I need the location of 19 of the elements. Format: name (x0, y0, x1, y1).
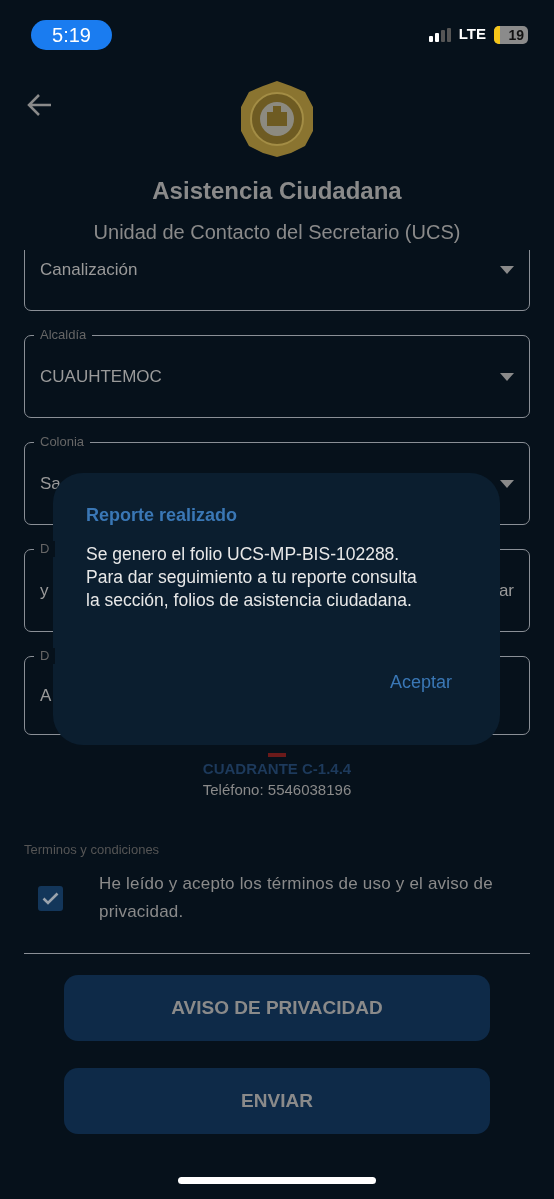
app-subtitle: Unidad de Contacto del Secretario (UCS) (92, 220, 462, 245)
terms-heading: Terminos y condiciones (24, 842, 161, 858)
field-value: CUAUHTEMOC (40, 365, 162, 388)
network-label: LTE (458, 24, 486, 45)
terms-text: He leído y acepto los términos de uso y el aviso de privacidad. (99, 873, 494, 923)
dialog-title: Reporte realizado (86, 504, 239, 527)
field-value: y (40, 579, 49, 602)
field-label: D (34, 648, 56, 664)
quadrant-name: CUADRANTE C-1.4.4 (201, 759, 353, 779)
field-value: Sa (40, 472, 61, 495)
field-value: Canalización (40, 258, 138, 281)
phone-number: Teléfono: 5546038196 (201, 780, 353, 800)
dialog-message: Se genero el folio UCS-MP-BIS-102288. Para dar seguimiento a tu reporte consulta la sección, folios de asistencia ciudadana. (86, 543, 418, 612)
app-title: Asistencia Ciudadana (151, 176, 403, 206)
status-time: 5:19 (31, 19, 112, 50)
field-value: ar (498, 579, 514, 602)
field-value: A (40, 684, 52, 707)
battery-indicator: 19 (494, 25, 528, 44)
field-label: D (34, 541, 56, 557)
